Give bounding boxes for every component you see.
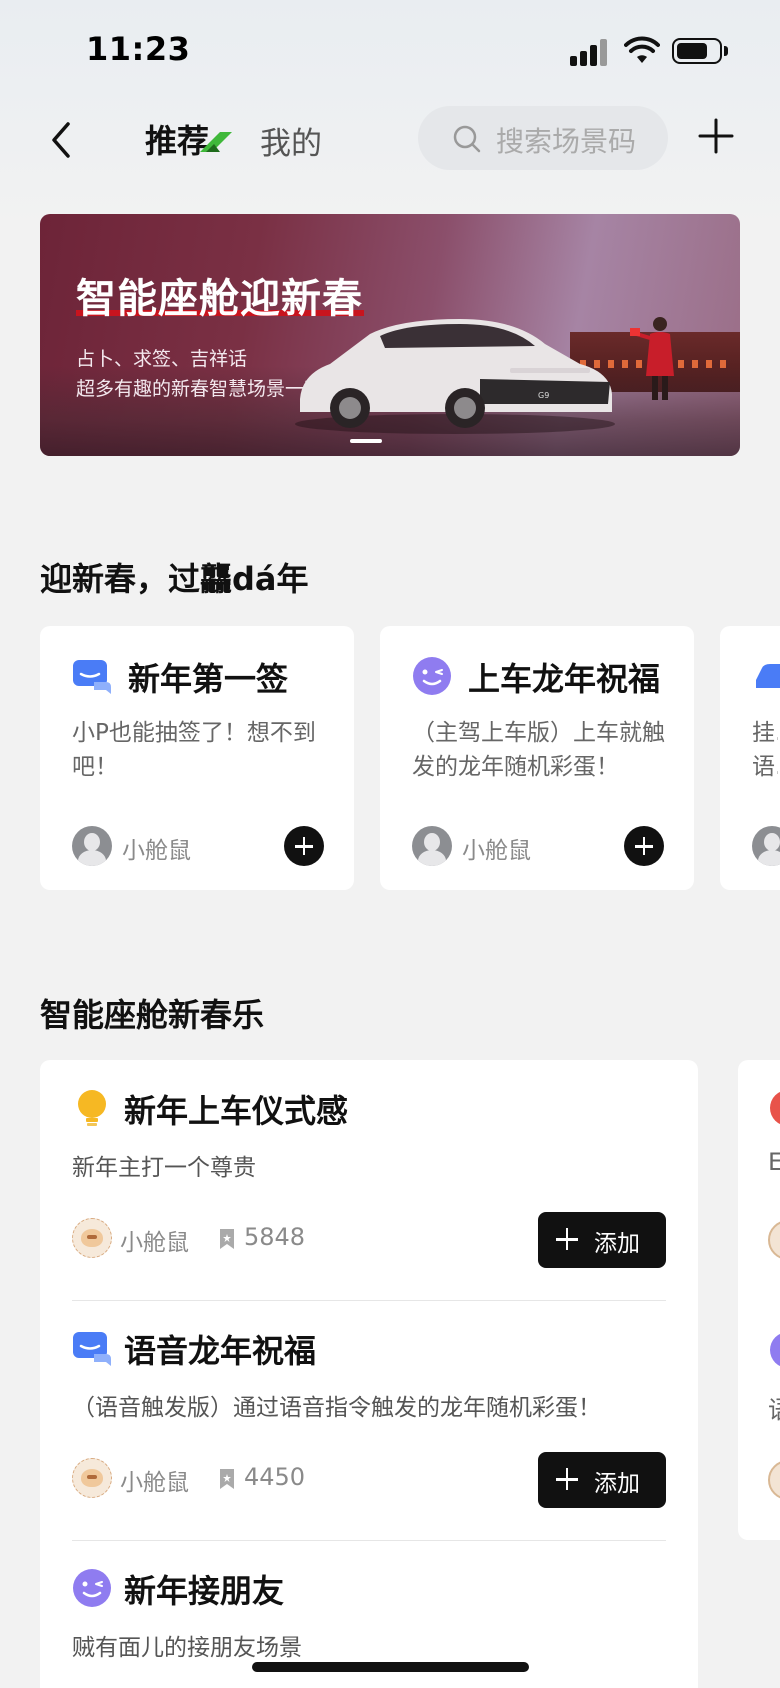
add-scene-button[interactable] <box>624 826 664 866</box>
section-title-cabin: 智能座舱新春乐 <box>40 996 265 1034</box>
chat-bubble-icon <box>73 1332 111 1366</box>
search-icon <box>453 125 481 153</box>
add-button[interactable]: 添加 <box>538 1212 666 1268</box>
scene-card-partial[interactable]: 挂…语… <box>720 626 780 890</box>
car-plate: G9 <box>538 391 549 400</box>
card-title: 上车龙年祝福 <box>468 660 661 698</box>
lightbulb-icon <box>78 1090 106 1126</box>
divider <box>72 1300 666 1301</box>
peek-description: 语 <box>768 1390 780 1425</box>
bookmark-icon <box>220 1469 234 1489</box>
battery-icon <box>672 38 728 66</box>
status-bar: 11:23 <box>0 0 780 100</box>
item-save-count: 5848 <box>244 1223 306 1251</box>
card-author: 小舱鼠 <box>462 838 531 864</box>
promo-banner[interactable]: 智能座舱迎新春 占卜、求签、吉祥话 超多有趣的新春智慧场景一次码住 G9 <box>40 214 740 456</box>
add-button-label: 添加 <box>594 1471 640 1497</box>
add-button-label: 添加 <box>594 1231 640 1257</box>
item-save-count: 4450 <box>244 1463 306 1491</box>
peek-description: E <box>768 1148 780 1176</box>
plus-icon <box>556 1468 578 1490</box>
item-author: 小舱鼠 <box>120 1230 189 1256</box>
heart-icon <box>770 1090 780 1126</box>
add-scene-button[interactable] <box>284 826 324 866</box>
plus-icon <box>556 1228 578 1250</box>
item-description: 新年主打一个尊贵 <box>72 1155 256 1181</box>
card-description-partial: 挂…语… <box>752 720 778 780</box>
avatar <box>768 1460 780 1500</box>
item-author: 小舱鼠 <box>120 1470 189 1496</box>
tab-mine[interactable]: 我的 <box>260 118 322 163</box>
person-image <box>630 317 674 400</box>
search-placeholder: 搜索场景码 <box>496 125 637 158</box>
item-description: （语音触发版）通过语音指令触发的龙年随机彩蛋！ <box>72 1395 601 1421</box>
divider <box>72 1540 666 1541</box>
item-title: 新年上车仪式感 <box>124 1092 349 1130</box>
wifi-icon <box>624 36 660 63</box>
wink-face-icon <box>413 657 451 695</box>
avatar <box>752 826 780 866</box>
car-icon <box>756 664 780 688</box>
item-title: 语音龙年祝福 <box>124 1332 317 1370</box>
scene-card[interactable]: 上车龙年祝福 （主驾上车版）上车就触发的龙年随机彩蛋！ 小舱鼠 <box>380 626 694 890</box>
card-description: （主驾上车版）上车就触发的龙年随机彩蛋！ <box>412 720 665 780</box>
status-time: 11:23 <box>86 30 191 68</box>
avatar <box>412 826 452 866</box>
avatar <box>72 1458 112 1498</box>
back-arrow-icon[interactable] <box>44 118 80 162</box>
card-title: 新年第一签 <box>128 660 289 698</box>
card-author: 小舱鼠 <box>122 838 191 864</box>
chat-bubble-icon <box>73 660 111 694</box>
item-description: 贼有面儿的接朋友场景 <box>72 1635 302 1661</box>
top-navigation: 推荐 我的 搜索场景码 <box>0 100 780 180</box>
scene-card[interactable]: 新年第一签 小P也能抽签了！想不到吧！ 小舱鼠 <box>40 626 354 890</box>
bookmark-icon <box>220 1229 234 1249</box>
avatar <box>72 826 112 866</box>
scene-list-card-partial[interactable]: E 语 <box>738 1060 780 1540</box>
card-description: 小P也能抽签了！想不到吧！ <box>72 720 316 780</box>
wink-face-icon <box>73 1569 111 1607</box>
search-input[interactable]: 搜索场景码 <box>418 106 668 170</box>
banner-subtitle-1: 占卜、求签、吉祥话 <box>76 348 248 370</box>
car-image: G9 <box>295 319 615 434</box>
scene-list-card: 新年上车仪式感 新年主打一个尊贵 小舱鼠 5848 添加 语音龙年祝福 （语音触… <box>40 1060 698 1688</box>
add-icon[interactable] <box>696 116 736 156</box>
avatar <box>768 1220 780 1260</box>
carousel-indicator[interactable] <box>350 439 382 443</box>
cellular-signal-icon <box>570 38 610 66</box>
avatar <box>72 1218 112 1258</box>
active-tab-indicator <box>200 132 232 152</box>
wink-face-icon <box>770 1332 780 1368</box>
add-button[interactable]: 添加 <box>538 1452 666 1508</box>
item-title: 新年接朋友 <box>124 1572 285 1610</box>
section-title-new-year: 迎新春，过龘dá年 <box>40 560 309 598</box>
home-indicator[interactable] <box>252 1662 529 1672</box>
